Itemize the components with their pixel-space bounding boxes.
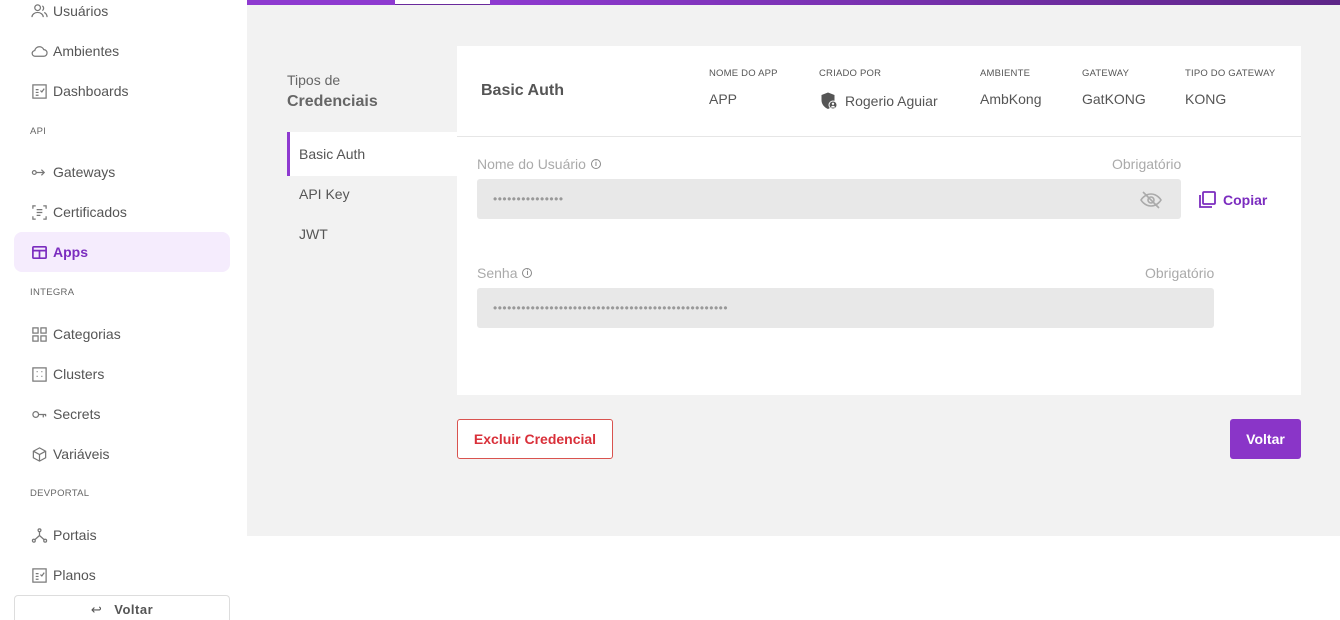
meta-app-name-label: NOME DO APP [709,68,778,79]
section-label-integra: INTEGRA [30,287,75,298]
credential-types-title-line1: Tipos de [287,72,341,88]
meta-created-by-value: Rogerio Aguiar [819,91,938,111]
copy-icon [1199,191,1216,208]
copy-button-label: Copiar [1223,192,1268,208]
users-icon [30,2,48,20]
password-required: Obrigatório [1145,265,1215,281]
cloud-icon [30,42,48,60]
meta-gateway-label: GATEWAY [1082,68,1130,79]
username-required: Obrigatório [1112,156,1182,172]
copy-button[interactable]: Copiar [1197,188,1267,212]
dashboard-icon [30,82,48,100]
app-root: Usuários Ambientes Dashboards API Gatewa… [0,0,1340,620]
eye-off-icon[interactable] [1139,188,1163,212]
meta-gateway-type-value: KONG [1185,91,1227,107]
sidebar-back-button[interactable]: ↩ Voltar [14,595,230,620]
sidebar-item-label: Secrets [53,406,101,422]
username-label-text: Nome do Usuário [477,156,586,172]
credential-card: Basic Auth NOME DO APP APP CRIADO POR Ro… [457,46,1301,395]
meta-created-by: CRIADO POR Rogerio Aguiar [819,68,938,111]
sidebar-item-planos[interactable]: Planos [14,555,230,595]
plan-icon [30,566,48,584]
sidebar-item-certificados[interactable]: Certificados [14,192,230,232]
sidebar-item-categorias[interactable]: Categorias [14,314,230,354]
username-field[interactable]: ••••••••••••••• [477,179,1181,219]
username-label: Nome do Usuário i [477,156,601,172]
section-label-api: API [30,126,47,137]
sidebar-item-secrets[interactable]: Secrets [14,394,230,434]
admin-shield-icon [821,92,838,110]
sidebar-item-label: Variáveis [53,446,110,462]
sidebar-item-label: Gateways [53,164,116,180]
network-icon [30,526,48,544]
sidebar-item-label: Clusters [53,366,105,382]
meta-environment-value: AmbKong [980,91,1042,107]
sidebar-item-label: Apps [53,244,88,260]
credential-types-title-line2: Credenciais [287,93,378,110]
sidebar-item-label: Planos [53,567,96,583]
meta-app-name: NOME DO APP APP [709,68,778,107]
card-title: Basic Auth [481,82,564,99]
info-icon: i [522,268,533,278]
main-content: Tipos de Credenciais Basic Auth API Key … [247,0,1340,536]
info-icon: i [590,159,601,169]
sidebar: Usuários Ambientes Dashboards API Gatewa… [0,0,246,620]
meta-gateway: GATEWAY GatKONG [1082,68,1146,107]
grid-icon [30,325,48,343]
sidebar-item-ambientes[interactable]: Ambientes [14,31,230,71]
cube-icon [30,445,48,463]
meta-gateway-type: TIPO DO GATEWAY KONG [1185,68,1275,107]
sidebar-item-variaveis[interactable]: Variáveis [14,434,230,474]
password-label-text: Senha [477,265,518,281]
certificate-icon [30,203,48,221]
key-icon [30,405,48,423]
sidebar-item-clusters[interactable]: Clusters [14,354,230,394]
gateway-icon [30,163,48,181]
card-header: Basic Auth NOME DO APP APP CRIADO POR Ro… [457,46,1301,137]
credential-types-title: Tipos de Credenciais [287,70,378,112]
sidebar-item-label: Portais [53,527,97,543]
sidebar-item-portais[interactable]: Portais [14,515,230,555]
meta-gateway-type-label: TIPO DO GATEWAY [1185,68,1276,79]
sidebar-item-apps[interactable]: Apps [14,232,230,272]
delete-credential-button[interactable]: Excluir Credencial [457,419,613,459]
return-arrow-icon: ↩ [90,602,103,617]
password-field[interactable]: ••••••••••••••••••••••••••••••••••••••••… [477,288,1214,328]
meta-environment-label: AMBIENTE [980,68,1031,79]
sidebar-item-label: Usuários [53,3,109,19]
sidebar-back-label: Voltar [114,602,154,617]
sidebar-item-label: Dashboards [53,83,129,99]
tab-jwt[interactable]: JWT [287,212,457,256]
apps-icon [30,243,48,261]
back-button[interactable]: Voltar [1230,419,1301,459]
sidebar-item-usuarios[interactable]: Usuários [14,0,230,31]
sidebar-item-label: Ambientes [53,43,120,59]
cluster-icon [30,365,48,383]
meta-gateway-value: GatKONG [1082,91,1146,107]
section-label-devportal: DEVPORTAL [30,488,90,499]
tab-basic-auth[interactable]: Basic Auth [287,132,457,176]
top-progress-bar [247,0,1340,5]
meta-created-by-label: CRIADO POR [819,68,882,79]
meta-app-name-value: APP [709,91,738,107]
password-label: Senha i [477,265,533,281]
sidebar-item-dashboards[interactable]: Dashboards [14,71,230,111]
meta-environment: AMBIENTE AmbKong [980,68,1041,107]
sidebar-item-gateways[interactable]: Gateways [14,152,230,192]
sidebar-item-label: Categorias [53,326,121,342]
sidebar-item-label: Certificados [53,204,127,220]
tab-api-key[interactable]: API Key [287,172,457,216]
meta-created-by-name: Rogerio Aguiar [845,93,938,109]
